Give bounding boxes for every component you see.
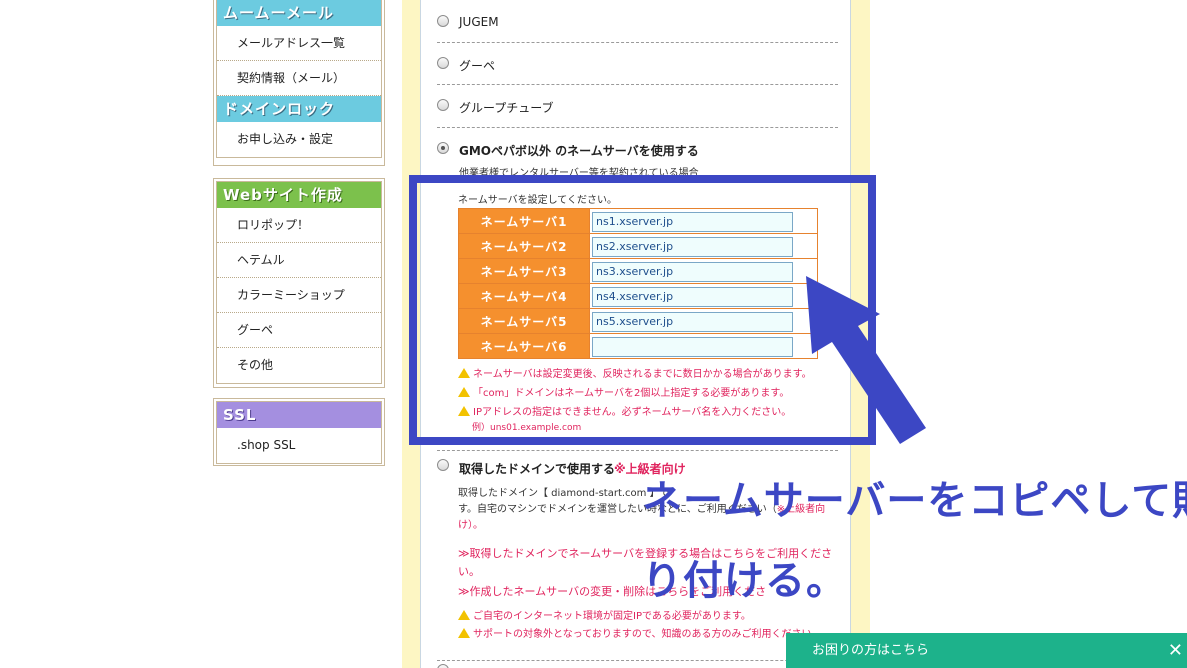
option-other-nameserver-label: GMOペパボ以外 のネームサーバを使用する [459, 144, 699, 158]
radio-goope[interactable] [437, 57, 449, 69]
sidebar-box-ssl: SSL .shop SSL [213, 398, 385, 466]
sidebar-item-mail-contract[interactable]: 契約情報（メール） [217, 61, 381, 96]
help-bar[interactable]: お困りの方はこちら ✕ [786, 633, 1187, 668]
own-domain-link-1-cont[interactable]: い。 [458, 563, 480, 579]
option-goope-label: グーペ [459, 59, 496, 73]
option-jugem[interactable]: JUGEM [437, 0, 838, 43]
annotation-arrow-icon [806, 276, 926, 444]
close-icon[interactable]: ✕ [1168, 633, 1183, 668]
radio-grouptube[interactable] [437, 99, 449, 111]
option-goope[interactable]: グーペ [437, 43, 838, 85]
warning-icon [458, 628, 470, 638]
option-grouptube-label: グループチューブ [459, 101, 554, 115]
help-bar-label: お困りの方はこちら [812, 643, 930, 658]
sidebar-heading-website: Webサイト作成 [217, 182, 381, 208]
own-domain-warning-1: ご自宅のインターネット環境が固定IPである必要があります。 [458, 607, 751, 622]
radio-own-domain[interactable] [437, 459, 449, 471]
sidebar-item-heteml[interactable]: ヘテムル [217, 243, 381, 278]
annotation-text-line2: り付ける。 [642, 558, 847, 604]
sidebar-item-lolipop[interactable]: ロリポップ！ [217, 208, 381, 243]
sidebar-box-ssl-inner: SSL .shop SSL [216, 401, 382, 464]
sidebar-heading-ssl: SSL [217, 402, 381, 428]
sidebar-box-mail-inner: ムームーメール メールアドレス一覧 契約情報（メール） ドメインロック お申し込… [216, 0, 382, 158]
option-grouptube[interactable]: グループチューブ [437, 85, 838, 128]
annotation-text-line1: ネームサーバーをコピペして貼 [642, 478, 1187, 524]
own-domain-warning-2-text: サポートの対象外となっておりますので、知識のある方のみご利用ください。 [473, 629, 822, 640]
sidebar-box-mail: ムームーメール メールアドレス一覧 契約情報（メール） ドメインロック お申し込… [213, 0, 385, 166]
sidebar-heading-domain-lock: ドメインロック [217, 96, 381, 122]
own-domain-warning-1-text: ご自宅のインターネット環境が固定IPである必要があります。 [473, 611, 751, 622]
sidebar-box-website: Webサイト作成 ロリポップ！ ヘテムル カラーミーショップ グーペ その他 [213, 178, 385, 388]
sidebar-item-goope[interactable]: グーペ [217, 313, 381, 348]
own-domain-desc-1: 取得したドメイン【 diamond-start.com 】で [458, 488, 670, 499]
sidebar-item-domain-lock-apply[interactable]: お申し込み・設定 [217, 122, 381, 157]
page-root: ムームーメール メールアドレス一覧 契約情報（メール） ドメインロック お申し込… [0, 0, 1187, 668]
sidebar-item-mail-list[interactable]: メールアドレス一覧 [217, 26, 381, 61]
own-domain-warning-2: サポートの対象外となっておりますので、知識のある方のみご利用ください。 [458, 625, 822, 640]
warning-icon [458, 610, 470, 620]
sidebar-heading-mail: ムームーメール [217, 0, 381, 26]
radio-other-nameserver[interactable] [437, 142, 449, 154]
radio-jugem[interactable] [437, 15, 449, 27]
own-domain-desc-3: け）。 [458, 520, 483, 531]
option-own-domain-label: 取得したドメインで使用する [459, 462, 616, 476]
sidebar-item-other[interactable]: その他 [217, 348, 381, 383]
sidebar-item-colorme[interactable]: カラーミーショップ [217, 278, 381, 313]
option-jugem-label: JUGEM [459, 15, 499, 29]
sidebar-box-website-inner: Webサイト作成 ロリポップ！ ヘテムル カラーミーショップ グーペ その他 [216, 181, 382, 384]
sidebar-item-shop-ssl[interactable]: .shop SSL [217, 428, 381, 463]
